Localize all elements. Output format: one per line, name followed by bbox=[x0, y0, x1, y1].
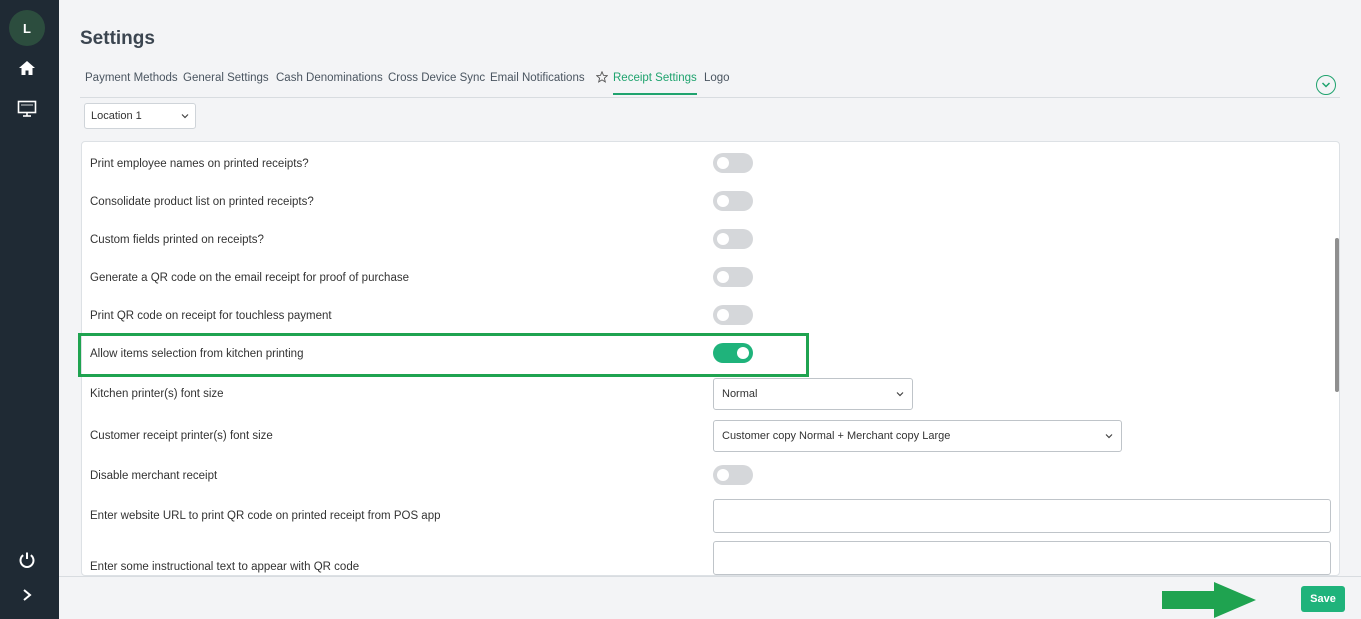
tab-logo[interactable]: Logo bbox=[704, 72, 730, 84]
chevron-down-icon bbox=[181, 114, 189, 119]
star-icon[interactable] bbox=[596, 71, 608, 83]
home-icon[interactable] bbox=[16, 57, 38, 79]
save-button[interactable]: Save bbox=[1301, 586, 1345, 612]
monitor-icon[interactable] bbox=[16, 98, 38, 120]
settings-tabs: Payment Methods General Settings Cash De… bbox=[80, 62, 1340, 98]
setting-label: Print QR code on receipt for touchless p… bbox=[90, 310, 332, 322]
tab-email-notifications[interactable]: Email Notifications bbox=[490, 72, 585, 84]
touchless-payment-qr-toggle[interactable] bbox=[713, 305, 753, 325]
disable-merchant-receipt-toggle[interactable] bbox=[713, 465, 753, 485]
setting-label: Kitchen printer(s) font size bbox=[90, 388, 224, 400]
qr-email-receipt-toggle[interactable] bbox=[713, 267, 753, 287]
chevron-down-icon bbox=[1321, 82, 1331, 88]
power-icon[interactable] bbox=[16, 549, 38, 571]
setting-label: Print employee names on printed receipts… bbox=[90, 158, 309, 170]
print-employee-names-toggle[interactable] bbox=[713, 153, 753, 173]
setting-label: Consolidate product list on printed rece… bbox=[90, 196, 314, 208]
consolidate-product-list-toggle[interactable] bbox=[713, 191, 753, 211]
setting-label: Disable merchant receipt bbox=[90, 470, 218, 482]
select-value: Normal bbox=[722, 388, 758, 400]
tab-payment-methods[interactable]: Payment Methods bbox=[85, 72, 178, 84]
qr-website-url-input[interactable] bbox=[713, 499, 1331, 533]
tab-receipt-settings[interactable]: Receipt Settings bbox=[613, 72, 697, 95]
highlight-box bbox=[78, 333, 809, 377]
page-title: Settings bbox=[80, 28, 155, 49]
tab-cross-device-sync[interactable]: Cross Device Sync bbox=[388, 72, 485, 84]
setting-label: Custom fields printed on receipts? bbox=[90, 234, 264, 246]
customer-receipt-font-size-select[interactable]: Customer copy Normal + Merchant copy Lar… bbox=[713, 420, 1122, 452]
panel-scrollbar[interactable] bbox=[1335, 238, 1339, 392]
arrow-right-icon bbox=[1162, 582, 1256, 618]
chevron-down-icon bbox=[1105, 434, 1113, 439]
avatar[interactable]: L bbox=[9, 10, 45, 46]
collapse-button[interactable] bbox=[1316, 75, 1336, 95]
setting-label: Enter some instructional text to appear … bbox=[90, 561, 360, 573]
kitchen-font-size-select[interactable]: Normal bbox=[713, 378, 913, 410]
chevron-right-icon[interactable] bbox=[16, 584, 38, 606]
location-select-value: Location 1 bbox=[91, 110, 142, 122]
select-value: Customer copy Normal + Merchant copy Lar… bbox=[722, 430, 951, 442]
chevron-down-icon bbox=[896, 392, 904, 397]
custom-fields-toggle[interactable] bbox=[713, 229, 753, 249]
setting-label: Generate a QR code on the email receipt … bbox=[90, 272, 409, 284]
location-select[interactable]: Location 1 bbox=[84, 103, 196, 129]
setting-label: Customer receipt printer(s) font size bbox=[90, 430, 273, 442]
tab-cash-denominations[interactable]: Cash Denominations bbox=[276, 72, 383, 84]
sidebar: L bbox=[0, 0, 59, 619]
tab-general-settings[interactable]: General Settings bbox=[183, 72, 269, 84]
qr-instructional-text-input[interactable] bbox=[713, 541, 1331, 575]
setting-label: Enter website URL to print QR code on pr… bbox=[90, 510, 441, 522]
